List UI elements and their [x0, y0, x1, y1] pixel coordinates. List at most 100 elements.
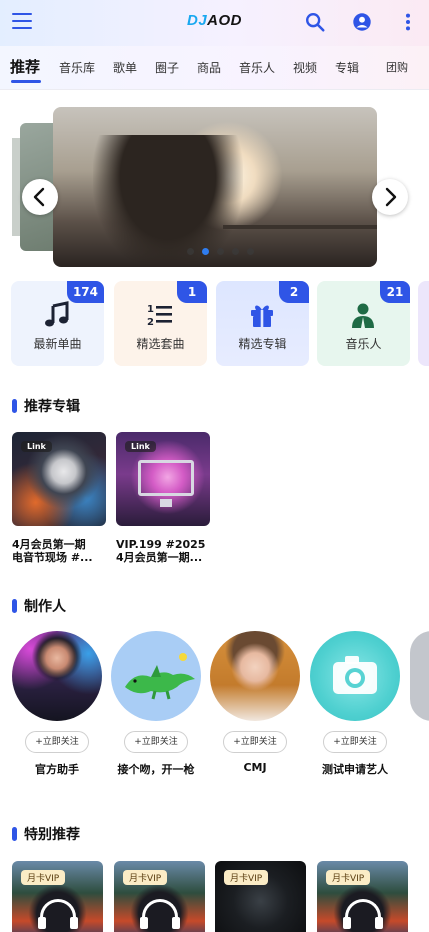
tab-videos[interactable]: 视频	[293, 59, 317, 76]
person-icon	[352, 303, 374, 328]
headphone-cup	[140, 917, 148, 929]
producer-name: 测试申请艺人	[322, 763, 388, 776]
banner-railing	[223, 225, 377, 229]
monitor-stand-graphic	[160, 499, 172, 507]
tab-group-buy[interactable]: 团购	[386, 59, 408, 75]
producer-card[interactable]: +立即关注 CMJ	[210, 631, 300, 774]
special-card[interactable]: 月卡VIP	[12, 861, 103, 932]
carousel-dots	[187, 248, 254, 255]
producer-next-peek[interactable]	[410, 631, 429, 721]
chevron-right-icon	[385, 187, 397, 207]
dragon-illustration	[125, 653, 195, 700]
album-tag: Link	[21, 441, 52, 452]
shortcut-musicians[interactable]: 音乐人 21	[317, 281, 410, 366]
list-numbered-icon: 1 2	[147, 304, 172, 328]
producer-name: 官方助手	[35, 763, 79, 776]
carousel-dot-active[interactable]	[202, 248, 209, 255]
special-card[interactable]: 月卡VIP	[317, 861, 408, 932]
producer-card[interactable]: +立即关注 官方助手	[12, 631, 102, 777]
carousel-current-slide[interactable]	[53, 107, 377, 267]
vip-badge: 月卡VIP	[21, 870, 66, 885]
album-title-line-2: 电音节现场 #...	[12, 551, 93, 564]
svg-text:1: 1	[147, 304, 154, 315]
category-shortcuts: 最新单曲 174 1 2 精选套曲 1 精选专辑 2 音乐人 21	[0, 281, 429, 367]
category-tab-bar: 推荐 音乐库 歌单 圈子 商品 音乐人 视频 专辑 团购	[0, 46, 429, 90]
follow-button[interactable]: +立即关注	[223, 731, 287, 753]
carousel-next-button[interactable]	[372, 179, 408, 215]
carousel-dot[interactable]	[187, 248, 194, 255]
app-header: DJAOD	[0, 0, 429, 46]
headphone-cup	[70, 917, 78, 929]
album-cover-image: Link	[116, 432, 210, 526]
producer-card[interactable]: +立即关注 接个吻，开一枪	[111, 631, 201, 777]
album-card[interactable]: Link 4月会员第一期 电音节现场 #...	[12, 432, 106, 564]
producer-name: CMJ	[243, 761, 267, 774]
shortcut-featured-albums[interactable]: 精选专辑 2	[216, 281, 309, 366]
carousel-dot[interactable]	[217, 248, 224, 255]
section-title: 推荐专辑	[24, 399, 80, 415]
camera-icon	[333, 656, 377, 694]
count-badge: 2	[279, 281, 309, 303]
album-title-line-2: 4月会员第一期...	[116, 551, 203, 564]
shortcut-label: 精选套曲	[136, 337, 185, 351]
banner-carousel	[0, 100, 429, 275]
count-badge: 1	[177, 281, 207, 303]
section-title: 特别推荐	[24, 827, 80, 843]
album-title-line-1: 4月会员第一期	[12, 538, 86, 551]
tab-musicians[interactable]: 音乐人	[239, 59, 275, 76]
album-title-line-1: VIP.199 #2025	[116, 538, 206, 551]
avatar[interactable]	[310, 631, 400, 721]
shortcut-label: 音乐人	[345, 337, 382, 351]
album-tag: Link	[125, 441, 156, 452]
avatar[interactable]	[111, 631, 201, 721]
music-note-icon	[45, 301, 69, 327]
tab-music-library[interactable]: 音乐库	[59, 59, 95, 76]
shortcut-label: 最新单曲	[33, 337, 82, 351]
count-badge: 21	[380, 281, 410, 303]
chevron-left-icon	[33, 187, 45, 207]
headphone-cup	[172, 917, 180, 929]
vip-badge: 月卡VIP	[326, 870, 371, 885]
vip-badge: 月卡VIP	[123, 870, 168, 885]
avatar[interactable]	[12, 631, 102, 721]
special-card[interactable]: 月卡VIP	[215, 861, 306, 932]
logo-aod-text: AOD	[207, 12, 243, 29]
monitor-graphic	[138, 460, 194, 496]
carousel-prev-button[interactable]	[22, 179, 58, 215]
section-accent-bar	[12, 399, 17, 413]
carousel-dot[interactable]	[232, 248, 239, 255]
svg-text:2: 2	[147, 317, 154, 328]
section-accent-bar	[12, 827, 17, 841]
album-cover-image: Link	[12, 432, 106, 526]
tab-playlists[interactable]: 歌单	[113, 59, 137, 76]
avatar[interactable]	[210, 631, 300, 721]
headphone-cup	[343, 917, 351, 929]
tab-albums[interactable]: 专辑	[335, 59, 359, 76]
follow-button[interactable]: +立即关注	[323, 731, 387, 753]
vip-badge: 月卡VIP	[224, 870, 269, 885]
album-card[interactable]: Link VIP.199 #2025 4月会员第一期...	[116, 432, 210, 564]
section-title: 制作人	[24, 599, 66, 615]
producer-name: 接个吻，开一枪	[117, 763, 195, 776]
search-icon[interactable]	[304, 11, 326, 33]
section-accent-bar	[12, 599, 17, 613]
tab-recommend[interactable]: 推荐	[10, 56, 40, 77]
shortcut-latest-singles[interactable]: 最新单曲 174	[11, 281, 104, 366]
headphone-cup	[375, 917, 383, 929]
more-vertical-icon[interactable]	[397, 11, 419, 33]
follow-button[interactable]: +立即关注	[25, 731, 89, 753]
producer-card[interactable]: +立即关注 测试申请艺人	[310, 631, 400, 777]
active-tab-indicator	[11, 80, 41, 83]
user-account-icon[interactable]	[351, 11, 373, 33]
shortcut-label: 精选专辑	[238, 337, 287, 351]
carousel-dot[interactable]	[247, 248, 254, 255]
shortcut-featured-sets[interactable]: 1 2 精选套曲 1	[114, 281, 207, 366]
follow-button[interactable]: +立即关注	[124, 731, 188, 753]
headphone-cup	[38, 917, 46, 929]
tab-products[interactable]: 商品	[197, 59, 221, 76]
shortcut-next-peek[interactable]	[418, 281, 429, 366]
special-card[interactable]: 月卡VIP	[114, 861, 205, 932]
gift-icon	[251, 305, 273, 327]
logo-dj-text: DJ	[186, 12, 208, 29]
tab-circles[interactable]: 圈子	[155, 59, 179, 76]
